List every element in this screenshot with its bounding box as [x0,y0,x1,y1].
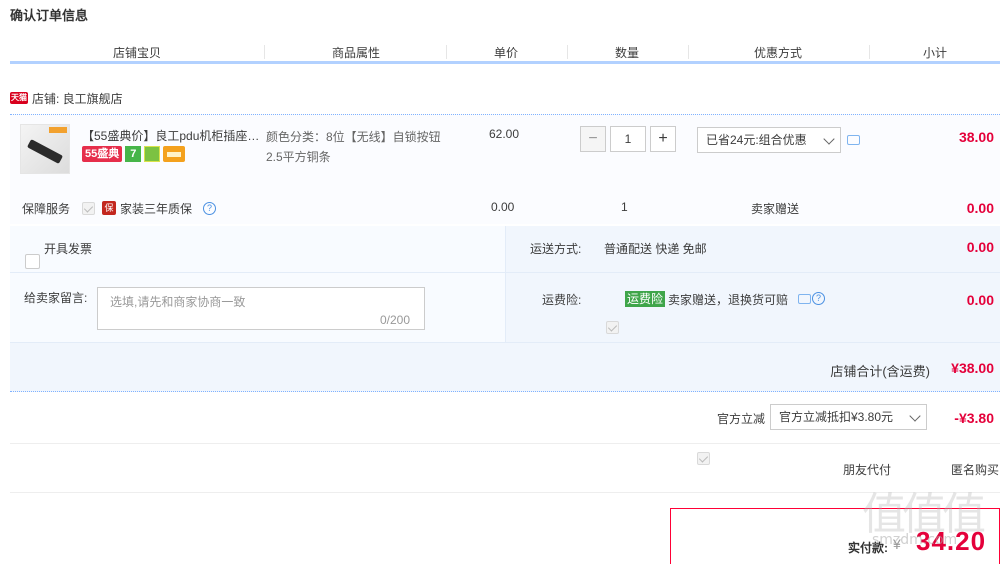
divider [10,492,1000,493]
message-char-count: 0/200 [380,313,411,327]
help-icon[interactable]: ? [203,202,216,215]
shipping-subtotal: 0.00 [966,239,994,255]
insurance-desc: 卖家赠送，退换货可赔 [668,293,789,307]
product-image-tag [49,127,67,133]
shipping-method: 普通配送 快递 免邮 [604,242,707,256]
watermark-url: smzdm.com [872,532,958,548]
guarantee-badge-icon: 保 [102,201,116,215]
shop-total-label: 店铺合计(含运费) [830,364,930,379]
tmall-icon: 天猫 [10,92,28,104]
insurance-checkbox[interactable] [606,321,619,334]
col-discount: 优惠方式 [754,46,803,60]
certified-icon [144,146,161,162]
plus-icon: + [658,130,668,147]
product-image-strip [26,139,64,164]
official-discount-label: 官方立减 [717,412,766,426]
insurance-subtotal: 0.00 [966,292,994,308]
chevron-down-icon [909,410,921,422]
page-title: 确认订单信息 [10,8,89,23]
sku-line: 2.5平方铜条 [266,150,331,164]
shop-row: 天猫 店铺: 良工旗舰店 [10,86,123,110]
chevron-down-icon [823,133,835,145]
anonymous-purchase-label: 匿名购买 [951,463,1000,477]
product-thumbnail[interactable] [20,124,70,174]
promotion-select[interactable]: 已省24元:组合优惠 [697,127,841,153]
seven-day-return-icon: 7 [125,146,142,162]
quantity-input[interactable]: 1 [610,126,646,152]
col-quantity: 数量 [615,46,640,60]
insurance-tag: 运费险 [625,291,666,307]
guarantee-label: 保障服务 [22,202,71,216]
promo-comment-icon[interactable] [847,135,860,145]
minus-icon: − [588,130,598,147]
guarantee-qty: 1 [621,200,628,214]
unit-price: 62.00 [489,127,520,141]
seller-message-placeholder: 选填,请先和商家协商一致 [110,295,246,309]
col-attributes: 商品属性 [332,46,381,60]
invoice-checkbox[interactable] [25,254,40,269]
col-subtotal: 小计 [923,46,948,60]
invoice-label: 开具发票 [44,242,93,256]
shop-name[interactable]: 店铺: 良工旗舰店 [32,90,123,107]
official-discount-checkbox[interactable] [697,452,710,465]
product-badges: 55盛典 7 [82,146,186,162]
header-divider [688,45,689,59]
guarantee-subtotal: 0.00 [966,200,994,216]
festival-badge: 55盛典 [82,146,123,162]
insurance-label: 运费险: [542,293,582,307]
insurance-comment-icon[interactable] [798,294,811,304]
order-table-header: 店铺宝贝 商品属性 单价 数量 优惠方式 小计 [10,36,1000,64]
header-divider [264,45,265,59]
shipping-label: 运送方式: [530,242,582,256]
header-divider [567,45,568,59]
decrease-button[interactable]: − [580,126,606,152]
guarantee-price: 0.00 [491,200,515,214]
col-shop-item: 店铺宝贝 [113,46,162,60]
official-discount-select[interactable]: 官方立减抵扣¥3.80元 [770,404,927,430]
extras-divider [505,226,506,342]
product-title-link[interactable]: 【55盛典价】良工pdu机柜插座… [82,127,264,143]
guarantee-checkbox[interactable] [82,202,95,215]
col-unit-price: 单价 [494,46,519,60]
sku-attributes: 颜色分类：8位【无线】自锁按钮 2.5平方铜条 [266,127,456,167]
guarantee-name: 家装三年质保 [120,202,193,216]
quantity-stepper: − 1 + [580,126,676,152]
promotion-select-value: 已省24元:组合优惠 [706,133,807,147]
increase-button[interactable]: + [650,126,676,152]
friend-pay-label: 朋友代付 [843,463,892,477]
guarantee-promo: 卖家赠送 [751,202,800,216]
divider [10,443,1000,444]
help-icon[interactable]: ? [812,292,825,305]
header-divider [446,45,447,59]
shop-total-value: ¥38.00 [951,360,994,376]
credit-card-icon [163,146,186,162]
message-label: 给卖家留言: [24,291,88,305]
header-divider [869,45,870,59]
sku-line: 颜色分类：8位【无线】自锁按钮 [266,130,441,144]
official-discount-select-value: 官方立减抵扣¥3.80元 [779,410,894,424]
item-subtotal: 38.00 [958,129,994,145]
official-discount-value: -¥3.80 [954,410,994,426]
